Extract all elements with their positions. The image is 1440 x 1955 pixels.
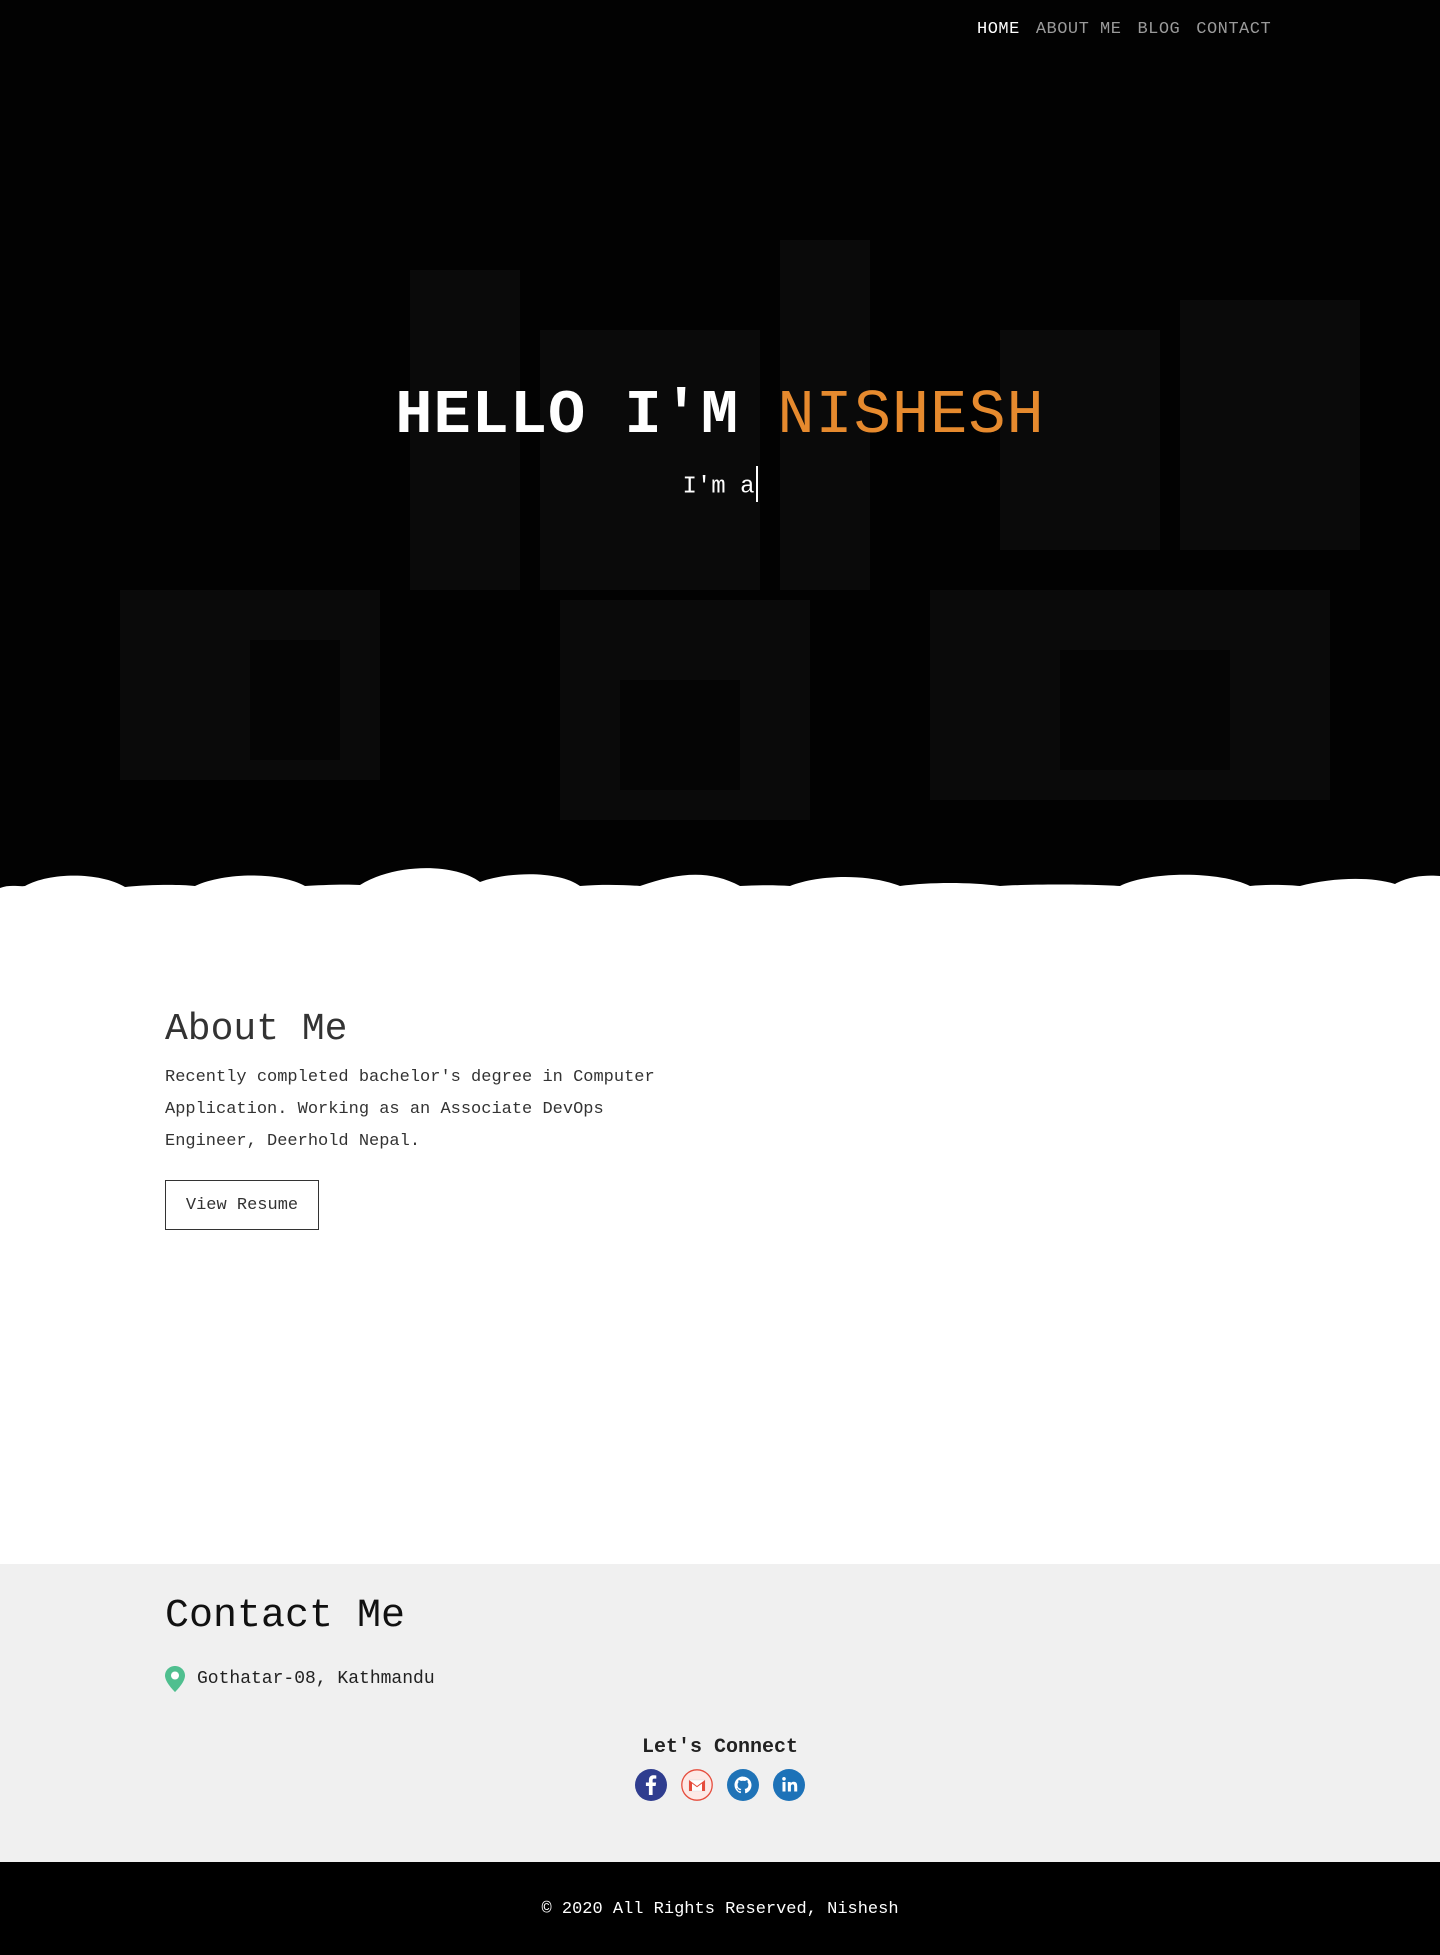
contact-title: Contact Me [165, 1594, 406, 1639]
footer: © 2020 All Rights Reserved, Nishesh [0, 1862, 1440, 1955]
about-description: Recently completed bachelor's degree in … [165, 1068, 655, 1151]
linkedin-icon[interactable] [773, 1769, 805, 1801]
top-navigation: HOME ABOUT ME BLOG CONTACT [977, 20, 1271, 39]
lets-connect-heading: Let's Connect [641, 1736, 799, 1759]
social-links [0, 1769, 1440, 1801]
nav-about-link[interactable]: ABOUT ME [1036, 20, 1122, 39]
map-pin-icon [165, 1666, 185, 1692]
facebook-icon[interactable] [635, 1769, 667, 1801]
hero-heading: HELLO I'M NISHESH [0, 380, 1440, 451]
github-icon[interactable] [727, 1769, 759, 1801]
typed-subtitle: I'm a [0, 466, 1440, 502]
location-row: Gothatar-08, Kathmandu [165, 1666, 435, 1692]
contact-section: Contact Me Gothatar-08, Kathmandu Let's … [0, 1564, 1440, 1862]
view-resume-button[interactable]: View Resume [165, 1180, 319, 1230]
about-section: About Me Recently completed bachelor's d… [0, 900, 1440, 1564]
gmail-icon[interactable] [681, 1769, 713, 1801]
nav-blog-link[interactable]: BLOG [1137, 20, 1180, 39]
hero-section: HOME ABOUT ME BLOG CONTACT HELLO I'M NIS… [0, 0, 1440, 900]
text-cursor [755, 466, 758, 502]
typed-text: I'm a [682, 473, 755, 501]
nav-contact-link[interactable]: CONTACT [1196, 20, 1271, 39]
about-title: About Me [165, 1008, 348, 1051]
location-text: Gothatar-08, Kathmandu [197, 1669, 435, 1689]
copyright-text: © 2020 All Rights Reserved, Nishesh [541, 1900, 899, 1919]
cloud-divider [0, 868, 1440, 900]
hero-name: NISHESH [777, 380, 1045, 451]
hero-greeting: HELLO I'M [395, 380, 740, 451]
nav-home-link[interactable]: HOME [977, 20, 1020, 39]
